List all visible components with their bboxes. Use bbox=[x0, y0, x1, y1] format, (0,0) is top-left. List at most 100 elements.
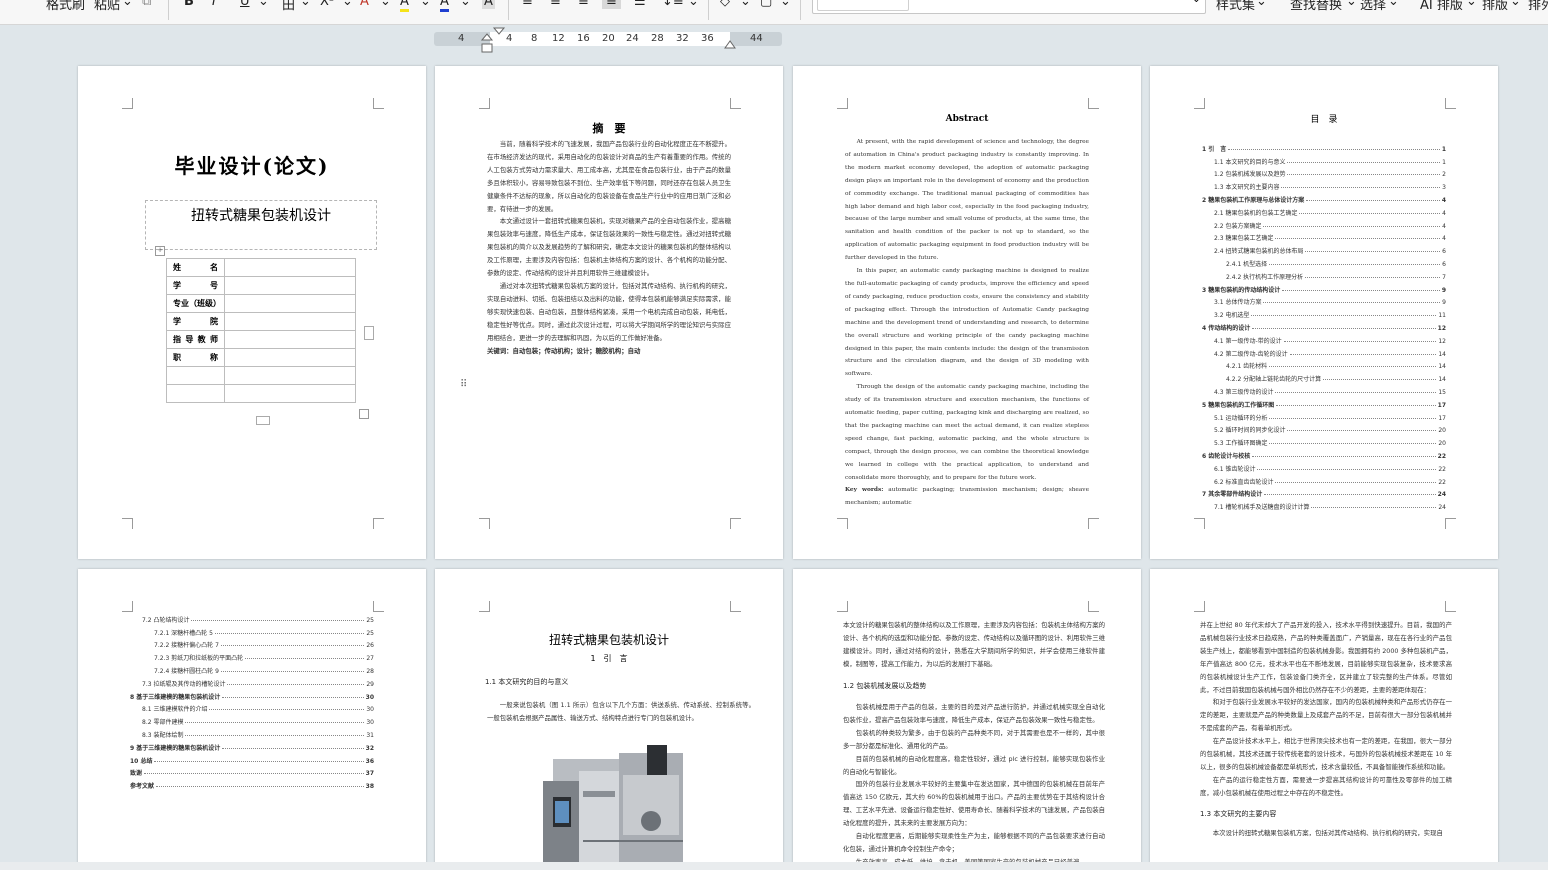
text-effect-button[interactable]: A bbox=[360, 0, 369, 9]
chevron-down-icon[interactable]: ⌄ bbox=[420, 0, 431, 9]
toc-entry[interactable]: 7.2.2 接糖杆偏心凸轮 7 26 bbox=[130, 637, 374, 649]
table-cell[interactable] bbox=[224, 384, 356, 403]
table-cell[interactable] bbox=[224, 258, 356, 277]
toc-entry[interactable]: 3.2 电机选型 11 bbox=[1202, 306, 1446, 319]
toc-entry[interactable]: 7.2.4 接糖杆圆柱凸轮 9 28 bbox=[130, 662, 374, 675]
table-cell[interactable] bbox=[224, 348, 356, 367]
highlight-button[interactable]: A bbox=[400, 0, 409, 12]
ai-layout-button[interactable]: AI 排版 bbox=[1420, 0, 1463, 13]
find-replace-button[interactable]: 查找替换 bbox=[1290, 0, 1342, 13]
toc-entry[interactable]: 参考文献 38 bbox=[130, 777, 374, 790]
line-spacing-icon[interactable]: ↕≡ bbox=[662, 0, 684, 9]
body-text[interactable]: 包装机械是用于产品的包装，主要的目的是对产品进行防护，并通过机械实现全自动化包装… bbox=[843, 701, 1105, 869]
toc-entry[interactable]: 6.1 锥齿轮设计 22 bbox=[1202, 460, 1446, 473]
arrange-button[interactable]: 排列 bbox=[1528, 0, 1548, 13]
body-text[interactable]: 并在上世纪 80 年代末却大了产品开发的投入，技术水平得到快速提升。目前，我国的… bbox=[1200, 619, 1452, 840]
toc-entry[interactable]: 7.1 槽轮机械手及送糖盘的设计计算 24 bbox=[1202, 498, 1446, 511]
toc-entry[interactable]: 7 其余零部件结构设计 24 bbox=[1202, 486, 1446, 498]
toc-entry[interactable]: 5.3 工作循环图确定 20 bbox=[1202, 434, 1446, 447]
page-body-2[interactable]: 本文设计的糖果包装机的整体结构以及工作原理，主要涉及内容包括：包装机主体结构方案… bbox=[793, 569, 1141, 870]
chevron-down-icon[interactable]: ⌄ bbox=[342, 0, 353, 9]
page-abstract-en[interactable]: Abstract At present, with the rapid deve… bbox=[793, 66, 1141, 559]
align-center-icon[interactable]: ≡ bbox=[550, 0, 561, 9]
chevron-down-icon[interactable]: ⌄ bbox=[1192, 0, 1201, 5]
page-toc-continued[interactable]: 7.2 凸轮结构设计 25 7.2.1 深糖杆槽凸轮 5 25 7.2.2 接糖杆偏心凸… bbox=[78, 569, 426, 870]
page-chapter-1[interactable]: 扭转式糖果包装机设计 1 引 言 1.1 本文研究的目的与意义 一般来说包装机（… bbox=[435, 569, 783, 870]
toc-entry[interactable]: 5 糖果包装机的工作循环图 17 bbox=[1202, 396, 1446, 409]
align-right-icon[interactable]: ≡ bbox=[578, 0, 589, 9]
chevron-down-icon[interactable]: ⌄ bbox=[740, 0, 751, 9]
toc-entry[interactable]: 8.2 零部件建模 30 bbox=[130, 713, 374, 726]
char-shading-button[interactable]: A bbox=[482, 0, 495, 9]
table-cell[interactable] bbox=[224, 366, 356, 385]
toc-entry[interactable]: 3 糖果包装机的传动结构设计 9 bbox=[1202, 281, 1446, 294]
table-add-column-icon[interactable] bbox=[364, 326, 374, 340]
toc-entry[interactable]: 5.1 运动循环的分析 17 bbox=[1202, 409, 1446, 422]
strikethrough-button[interactable]: 田 bbox=[282, 0, 295, 13]
chevron-down-icon[interactable]: ⌄ bbox=[122, 0, 133, 9]
select-button[interactable]: 选择 bbox=[1360, 0, 1386, 13]
chevron-down-icon[interactable]: ⌄ bbox=[1346, 0, 1357, 9]
toc-entry[interactable]: 2.1 糖果包装机的包装工艺确定 4 bbox=[1202, 204, 1446, 217]
toc-entry[interactable]: 1 引 言 1 bbox=[1202, 140, 1446, 153]
page-toc[interactable]: 目 录 1 引 言 1 1.1 本文研究的目的与意义 1 1.2 包装机械发展以及趋势 2… bbox=[1150, 66, 1498, 559]
toc-entry[interactable]: 10 总结 36 bbox=[130, 752, 374, 765]
chevron-down-icon[interactable]: ⌄ bbox=[780, 0, 791, 9]
toc-entry[interactable]: 3.1 总体传动方案 9 bbox=[1202, 294, 1446, 306]
chevron-down-icon[interactable]: ⌄ bbox=[300, 0, 311, 9]
toc-entry[interactable]: 6 齿轮设计与校核 22 bbox=[1202, 447, 1446, 460]
table-resize-handle-icon[interactable] bbox=[359, 409, 369, 419]
toc-entry[interactable]: 4 传动结构的设计 12 bbox=[1202, 319, 1446, 332]
paste-button[interactable]: 粘贴 bbox=[94, 0, 120, 13]
abstract-body[interactable]: 当前，随着科学技术的飞速发展，我国产品包装行业的自动化程度正在不断提升。在市场经… bbox=[487, 138, 731, 357]
toc-entry[interactable]: 2.4.1 机型选择 6 bbox=[1202, 255, 1446, 268]
toc-entry[interactable]: 2.2 包装方案确定 4 bbox=[1202, 217, 1446, 230]
table-add-row-icon[interactable] bbox=[256, 416, 270, 425]
justify-icon[interactable]: ≡ bbox=[602, 0, 621, 9]
clipboard-icon[interactable]: ⧉ bbox=[142, 0, 151, 9]
toc-entry[interactable]: 7.3 拉纸辊及其传动的槽轮设计 29 bbox=[130, 675, 374, 688]
underline-button[interactable]: U bbox=[240, 0, 250, 9]
eraser-icon[interactable]: ◇ bbox=[720, 0, 730, 9]
indent-marker-icon[interactable] bbox=[478, 26, 506, 56]
italic-button[interactable]: I bbox=[212, 0, 216, 9]
border-icon[interactable]: ▢ bbox=[760, 0, 772, 9]
toc-entry[interactable]: 5.2 循环时间的同步化设计 20 bbox=[1202, 422, 1446, 434]
superscript-button[interactable]: X² bbox=[320, 0, 334, 9]
chevron-down-icon[interactable]: ⌄ bbox=[1466, 0, 1477, 9]
subject-box[interactable]: 扭转式糖果包装机设计 bbox=[145, 200, 377, 250]
toc-entry[interactable]: 6.2 标准直齿齿轮设计 22 bbox=[1202, 473, 1446, 486]
toc-entry[interactable]: 7.2 凸轮结构设计 25 bbox=[130, 611, 374, 624]
toc-entry[interactable]: 8.3 装配体绘制 31 bbox=[130, 726, 374, 739]
page-cover[interactable]: 毕业设计(论文) 扭转式糖果包装机设计 + 姓 名 学 号 专业（班级） 学 院… bbox=[78, 66, 426, 559]
toc-entry[interactable]: 8 基于三维建模的糖果包装机设计 30 bbox=[130, 688, 374, 701]
chevron-down-icon[interactable]: ⌄ bbox=[1510, 0, 1521, 9]
toc-entry[interactable]: 4.2.1 齿轮材料 14 bbox=[1202, 358, 1446, 370]
toc-entry[interactable]: 2 糖果包装机工作原理与总体设计方案 4 bbox=[1202, 191, 1446, 204]
chevron-down-icon[interactable]: ⌄ bbox=[380, 0, 391, 9]
toc-entry[interactable]: 8.1 三维建模软件的介绍 30 bbox=[130, 701, 374, 713]
align-left-icon[interactable]: ≡ bbox=[522, 0, 533, 9]
chevron-down-icon[interactable]: ⌄ bbox=[1388, 0, 1399, 9]
page-body-3[interactable]: 并在上世纪 80 年代末却大了产品开发的投入，技术水平得到快速提升。目前，我国的… bbox=[1150, 569, 1498, 870]
toc-entry[interactable]: 致谢 37 bbox=[130, 765, 374, 777]
bold-button[interactable]: B bbox=[184, 0, 194, 9]
toc-entry[interactable]: 7.2.1 深糖杆槽凸轮 5 25 bbox=[130, 624, 374, 637]
distributed-icon[interactable]: ☰ bbox=[634, 0, 646, 9]
table-cell[interactable] bbox=[224, 312, 356, 331]
toc-entry[interactable]: 2.4 扭转式糖果包装机的总体布局 6 bbox=[1202, 242, 1446, 255]
toc-entry[interactable]: 1.3 本文研究的主要内容 3 bbox=[1202, 178, 1446, 191]
toc-entry[interactable]: 4.2 第二级传动-齿轮的设计 14 bbox=[1202, 345, 1446, 358]
toc-entry[interactable]: 1.2 包装机械发展以及趋势 2 bbox=[1202, 166, 1446, 178]
table-cell[interactable] bbox=[224, 330, 356, 349]
packaging-machine-image[interactable] bbox=[543, 741, 693, 870]
table-cell[interactable] bbox=[224, 276, 356, 295]
toc-entry[interactable]: 2.3 糖果包装工艺确定 4 bbox=[1202, 230, 1446, 242]
toc-entry[interactable]: 1.1 本文研究的目的与意义 1 bbox=[1202, 153, 1446, 166]
page-abstract-cn[interactable]: 摘 要 当前，随着科学技术的飞速发展，我国产品包装行业的自动化程度正在不断提升。… bbox=[435, 66, 783, 559]
table-move-handle-icon[interactable]: + bbox=[155, 246, 165, 256]
toc-entry[interactable]: 4.3 第三级传动的设计 15 bbox=[1202, 383, 1446, 396]
chevron-down-icon[interactable]: ⌄ bbox=[1256, 0, 1267, 9]
format-painter-button[interactable]: 格式刷 bbox=[46, 0, 85, 13]
chevron-down-icon[interactable]: ⌄ bbox=[460, 0, 471, 9]
